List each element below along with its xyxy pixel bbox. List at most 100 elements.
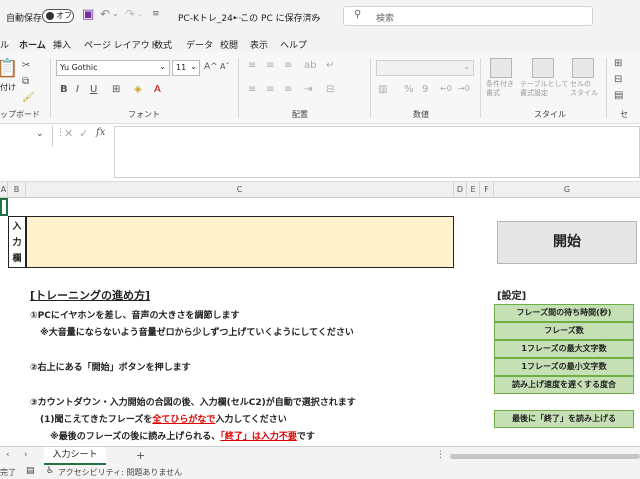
redo-icon[interactable]: ↷ bbox=[125, 7, 135, 21]
setting-read-end[interactable]: 最後に「終了」を読み上げる bbox=[494, 410, 634, 428]
accessibility-status[interactable]: アクセシビリティ: 問題ありません bbox=[58, 467, 182, 478]
input-cell-c2[interactable] bbox=[26, 216, 454, 268]
align-bottom-icon[interactable]: ≡ bbox=[284, 60, 292, 71]
border-icon[interactable]: ⊞ bbox=[112, 84, 120, 95]
italic-icon[interactable]: I bbox=[76, 84, 79, 95]
column-header-b[interactable]: B bbox=[8, 182, 26, 198]
cut-icon[interactable]: ✂ bbox=[22, 60, 30, 71]
column-headers: A B C D E F G bbox=[0, 182, 640, 198]
comma-icon[interactable]: 9 bbox=[422, 84, 428, 95]
font-size-select[interactable]: 11 ⌄ bbox=[172, 60, 200, 76]
divider bbox=[370, 58, 371, 118]
menu-data[interactable]: データ bbox=[186, 38, 213, 51]
conditional-format-icon[interactable] bbox=[490, 58, 512, 78]
accessibility-icon[interactable]: ♿ bbox=[46, 466, 54, 476]
formula-bar: ⌄ ⋮ ✕ ✓ fx bbox=[0, 124, 640, 182]
name-box[interactable]: ⌄ bbox=[0, 126, 48, 146]
wrap-text-icon[interactable]: ↵ bbox=[326, 60, 334, 71]
paste-label[interactable]: 付け bbox=[0, 82, 16, 93]
save-location[interactable]: • この PC に保存済み bbox=[232, 11, 321, 24]
scroll-right-icon[interactable]: › bbox=[24, 450, 28, 460]
align-top-icon[interactable]: ≡ bbox=[248, 60, 256, 71]
formula-input[interactable] bbox=[114, 126, 640, 178]
autosave-toggle[interactable]: オフ bbox=[42, 9, 74, 23]
fill-color-icon[interactable]: ◈ bbox=[134, 84, 142, 95]
redo-dropdown-icon[interactable]: ⌄ bbox=[137, 9, 144, 18]
table-format-icon[interactable] bbox=[532, 58, 554, 78]
setting-min-chars[interactable]: 1フレーズの最小文字数 bbox=[494, 358, 634, 376]
format-cells-icon[interactable]: ▤ bbox=[614, 90, 623, 101]
align-center-icon[interactable]: ≡ bbox=[266, 84, 274, 95]
menu-bar: ル ホーム 挿入 ページ レイアウト 数式 データ 校閲 表示 ヘルプ bbox=[0, 32, 640, 54]
add-sheet-icon[interactable]: + bbox=[136, 449, 145, 462]
fx-icon[interactable]: fx bbox=[96, 127, 105, 138]
chevron-down-icon[interactable]: ⌄ bbox=[310, 10, 317, 19]
font-name-select[interactable]: Yu Gothic ⌄ bbox=[56, 60, 170, 76]
scroll-left-icon[interactable]: ‹ bbox=[6, 450, 10, 460]
decrease-decimal-icon[interactable]: →0 bbox=[458, 84, 470, 93]
save-icon[interactable]: ▣ bbox=[82, 7, 94, 22]
cancel-icon[interactable]: ✕ bbox=[64, 127, 73, 140]
column-header-c[interactable]: C bbox=[26, 182, 454, 198]
macro-icon[interactable]: ▤ bbox=[26, 466, 35, 476]
sheet-tab-input[interactable]: 入力シート bbox=[44, 447, 106, 465]
font-color-icon[interactable]: A bbox=[154, 84, 161, 95]
font-name-value: Yu Gothic bbox=[60, 63, 98, 72]
menu-page-layout[interactable]: ページ レイアウト bbox=[84, 38, 159, 51]
column-header-f[interactable]: F bbox=[480, 182, 494, 198]
menu-insert[interactable]: 挿入 bbox=[53, 38, 71, 51]
decrease-font-icon[interactable]: Aˇ bbox=[220, 62, 229, 71]
format-painter-icon[interactable]: 🖌 bbox=[22, 92, 35, 103]
align-right-icon[interactable]: ≡ bbox=[284, 84, 292, 95]
table-format-label[interactable]: テーブルとして 書式設定 bbox=[520, 80, 568, 98]
autosave-state: オフ bbox=[56, 11, 72, 20]
bold-icon[interactable]: B bbox=[60, 84, 68, 95]
underline-icon[interactable]: U bbox=[90, 84, 97, 95]
merge-icon[interactable]: ⊟ bbox=[326, 84, 334, 95]
cell-style-label[interactable]: セルの スタイル bbox=[570, 80, 598, 98]
column-header-a[interactable]: A bbox=[0, 182, 8, 198]
undo-dropdown-icon[interactable]: ⌄ bbox=[112, 9, 119, 18]
toggle-knob bbox=[46, 12, 54, 20]
setting-phrase-count[interactable]: フレーズ数 bbox=[494, 322, 634, 340]
worksheet-grid[interactable]: 入 力 欄 開始 [トレーニングの進め方] [設定] ①PCにイヤホンを差し、音… bbox=[0, 198, 640, 446]
customize-toolbar-icon[interactable]: ≡ bbox=[152, 9, 160, 19]
indent-icon[interactable]: ⇥ bbox=[304, 84, 312, 95]
menu-formulas[interactable]: 数式 bbox=[154, 38, 172, 51]
step-3-note-pre: ※最後のフレーズの後に読み上げられる、 bbox=[50, 432, 221, 442]
align-left-icon[interactable]: ≡ bbox=[248, 84, 256, 95]
insert-cells-icon[interactable]: ⊞ bbox=[614, 58, 622, 69]
menu-review[interactable]: 校閲 bbox=[220, 38, 238, 51]
conditional-format-label[interactable]: 条件付き 書式 bbox=[486, 80, 514, 98]
percent-icon[interactable]: % bbox=[404, 84, 414, 95]
more-icon[interactable]: ⋮ bbox=[436, 450, 445, 460]
increase-font-icon[interactable]: A^ bbox=[204, 62, 218, 72]
column-header-e[interactable]: E bbox=[467, 182, 480, 198]
copy-icon[interactable]: ⧉ bbox=[22, 76, 29, 87]
number-format-select[interactable]: ⌄ bbox=[376, 60, 474, 76]
input-label-char: 欄 bbox=[12, 254, 22, 264]
orientation-icon[interactable]: ab bbox=[304, 60, 316, 71]
menu-view[interactable]: 表示 bbox=[250, 38, 268, 51]
delete-cells-icon[interactable]: ⊟ bbox=[614, 74, 622, 85]
selected-cell[interactable] bbox=[0, 198, 8, 216]
align-middle-icon[interactable]: ≡ bbox=[266, 60, 274, 71]
cell-style-icon[interactable] bbox=[572, 58, 594, 78]
horizontal-scrollbar[interactable] bbox=[450, 454, 640, 459]
start-button[interactable]: 開始 bbox=[497, 221, 637, 264]
currency-icon[interactable]: ▥ bbox=[378, 84, 387, 95]
column-header-g[interactable]: G bbox=[494, 182, 640, 198]
undo-icon[interactable]: ↶ bbox=[100, 7, 110, 21]
search-box[interactable]: ⚲ 検索 bbox=[343, 6, 593, 26]
setting-slow-speed[interactable]: 読み上げ速度を遅くする度合 bbox=[494, 376, 634, 394]
column-header-d[interactable]: D bbox=[454, 182, 467, 198]
number-group-label: 数値 bbox=[413, 110, 429, 119]
check-icon[interactable]: ✓ bbox=[79, 127, 88, 140]
setting-wait-time[interactable]: フレーズ間の待ち時間(秒) bbox=[494, 304, 634, 322]
paste-icon[interactable]: 📋 bbox=[0, 58, 18, 79]
menu-file[interactable]: ル bbox=[0, 38, 9, 51]
setting-max-chars[interactable]: 1フレーズの最大文字数 bbox=[494, 340, 634, 358]
menu-help[interactable]: ヘルプ bbox=[280, 38, 307, 51]
increase-decimal-icon[interactable]: ←0 bbox=[440, 84, 452, 93]
step-2: ②右上にある「開始」ボタンを押します bbox=[30, 363, 191, 373]
